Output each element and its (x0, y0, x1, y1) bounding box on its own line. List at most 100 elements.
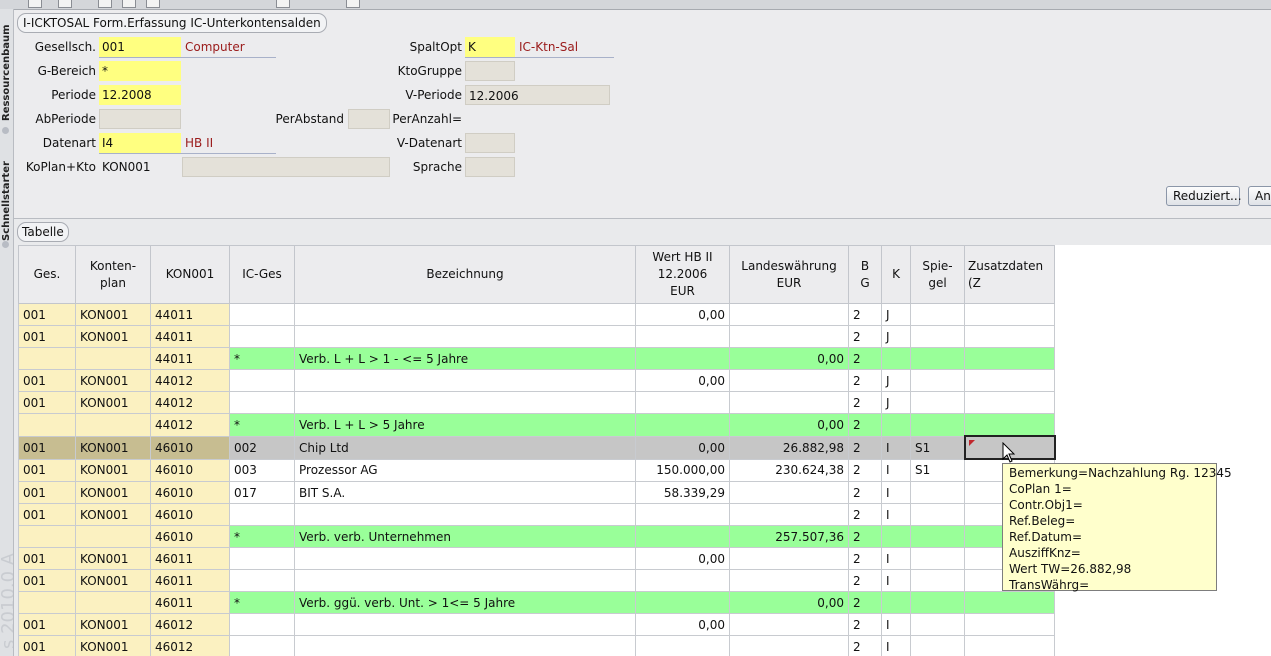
table-cell[interactable] (729, 391, 849, 414)
table-cell[interactable] (910, 569, 965, 592)
column-header[interactable]: B G (848, 245, 882, 304)
table-cell[interactable]: 001 (18, 435, 76, 460)
toolbar-button[interactable] (346, 0, 360, 8)
table-cell[interactable]: 0,00 (729, 591, 849, 614)
periode-input[interactable]: 12.2008 (99, 85, 181, 105)
table-group-row[interactable]: 46010 * Verb. verb. Unternehmen 257.507,36 2 (18, 525, 1055, 548)
table-cell[interactable]: 44012 (150, 369, 230, 392)
table-cell[interactable]: S1 (910, 435, 965, 460)
table-cell[interactable] (881, 413, 911, 437)
table-cell[interactable] (75, 525, 151, 548)
table-cell[interactable] (964, 391, 1055, 414)
table-cell[interactable]: 150.000,00 (635, 458, 730, 482)
table-cell[interactable] (729, 635, 849, 656)
table-cell[interactable]: 001 (18, 391, 76, 414)
table-cell[interactable] (910, 481, 965, 504)
reduziert-button[interactable]: Reduziert... (1166, 186, 1242, 206)
table-cell[interactable]: KON001 (75, 547, 151, 570)
table-cell[interactable]: 46011 (150, 591, 230, 614)
table-cell[interactable] (294, 547, 636, 570)
table-cell[interactable] (635, 391, 730, 414)
table-cell[interactable]: 0,00 (635, 303, 730, 326)
tab-tabelle[interactable]: Tabelle (17, 222, 69, 242)
table-cell[interactable] (294, 503, 636, 526)
table-cell[interactable]: I (881, 481, 911, 504)
table-cell[interactable]: 2 (848, 525, 882, 548)
table-row[interactable]: 001 KON001 44011 0,00 2 J (18, 303, 1055, 326)
table-cell[interactable]: 001 (18, 458, 76, 482)
table-cell[interactable] (729, 369, 849, 392)
table-cell[interactable]: KON001 (75, 569, 151, 592)
table-cell[interactable]: 2 (848, 413, 882, 437)
table-cell[interactable]: 2 (848, 347, 882, 370)
table-cell[interactable] (635, 413, 730, 437)
pin-icon[interactable] (2, 241, 9, 248)
table-group-row[interactable]: 46011 * Verb. ggü. verb. Unt. > 1<= 5 Jahr… (18, 591, 1055, 614)
table-cell[interactable] (294, 613, 636, 636)
table-cell[interactable]: 46012 (150, 635, 230, 656)
table-cell[interactable] (18, 591, 76, 614)
column-header[interactable]: K (881, 245, 911, 304)
table-cell[interactable]: KON001 (75, 391, 151, 414)
table-cell[interactable] (229, 503, 295, 526)
table-cell[interactable]: 44012 (150, 413, 230, 437)
table-cell[interactable]: Verb. ggü. verb. Unt. > 1<= 5 Jahre (294, 591, 636, 614)
table-cell[interactable] (964, 613, 1055, 636)
column-header[interactable]: Landeswährung EUR (729, 245, 849, 304)
table-cell[interactable] (881, 347, 911, 370)
table-cell[interactable] (881, 525, 911, 548)
table-cell[interactable]: 0,00 (635, 613, 730, 636)
table-cell[interactable] (910, 547, 965, 570)
table-cell[interactable] (635, 325, 730, 348)
table-cell[interactable] (294, 569, 636, 592)
pin-icon[interactable] (2, 127, 9, 134)
table-cell[interactable]: J (881, 369, 911, 392)
table-row[interactable]: 001 KON001 46010 003 Prozessor AG 150.000,00 2… (18, 458, 1055, 482)
table-cell[interactable] (964, 369, 1055, 392)
table-cell[interactable] (294, 325, 636, 348)
table-row-selected[interactable]: 001 KON001 46010 002 Chip Ltd 0,00 26.882,98 2 I… (18, 435, 1056, 460)
table-cell[interactable]: 001 (18, 613, 76, 636)
table-cell[interactable]: 2 (848, 503, 882, 526)
column-header[interactable]: Bezeichnung (294, 245, 636, 304)
table-cell[interactable] (729, 481, 849, 504)
table-cell[interactable] (229, 391, 295, 414)
sidebar-tab-ressourcenbaum[interactable]: Ressourcenbaum (1, 9, 12, 129)
table-cell[interactable] (294, 391, 636, 414)
table-cell[interactable]: 26.882,98 (729, 435, 849, 460)
table-cell[interactable]: KON001 (75, 435, 151, 460)
table-cell[interactable] (910, 303, 965, 326)
table-cell[interactable]: 017 (229, 481, 295, 504)
spaltopt-input[interactable]: K (465, 37, 515, 57)
table-cell[interactable]: Chip Ltd (294, 435, 636, 460)
table-cell[interactable] (294, 369, 636, 392)
table-cell[interactable] (910, 369, 965, 392)
table-cell[interactable] (18, 347, 76, 370)
table-cell[interactable] (75, 591, 151, 614)
table-cell[interactable] (75, 347, 151, 370)
table-cell[interactable]: 46011 (150, 547, 230, 570)
table-cell[interactable] (229, 369, 295, 392)
table-cell[interactable] (964, 635, 1055, 656)
table-cell[interactable]: I (881, 435, 911, 460)
column-header[interactable]: KON001 (150, 245, 230, 304)
table-row[interactable]: 001 KON001 46012 2 I (18, 635, 1055, 656)
table-cell[interactable]: 0,00 (635, 369, 730, 392)
column-header[interactable]: Spie- gel (910, 245, 965, 304)
table-row[interactable]: 001 KON001 46010 2 I (18, 503, 1055, 526)
sprache-input[interactable] (465, 157, 515, 177)
table-cell[interactable] (294, 303, 636, 326)
table-cell[interactable] (294, 635, 636, 656)
table-cell[interactable]: 2 (848, 325, 882, 348)
table-cell[interactable]: I (881, 503, 911, 526)
toolbar-button[interactable] (98, 0, 112, 8)
table-cell[interactable]: 2 (848, 391, 882, 414)
table-cell[interactable]: 46012 (150, 613, 230, 636)
table-cell[interactable] (964, 591, 1055, 614)
table-cell[interactable]: KON001 (75, 503, 151, 526)
table-cell[interactable]: 46010 (150, 458, 230, 482)
koplan-input[interactable]: KON001 (99, 157, 181, 177)
toolbar-button[interactable] (58, 0, 72, 8)
table-cell[interactable]: J (881, 303, 911, 326)
table-cell[interactable] (229, 547, 295, 570)
